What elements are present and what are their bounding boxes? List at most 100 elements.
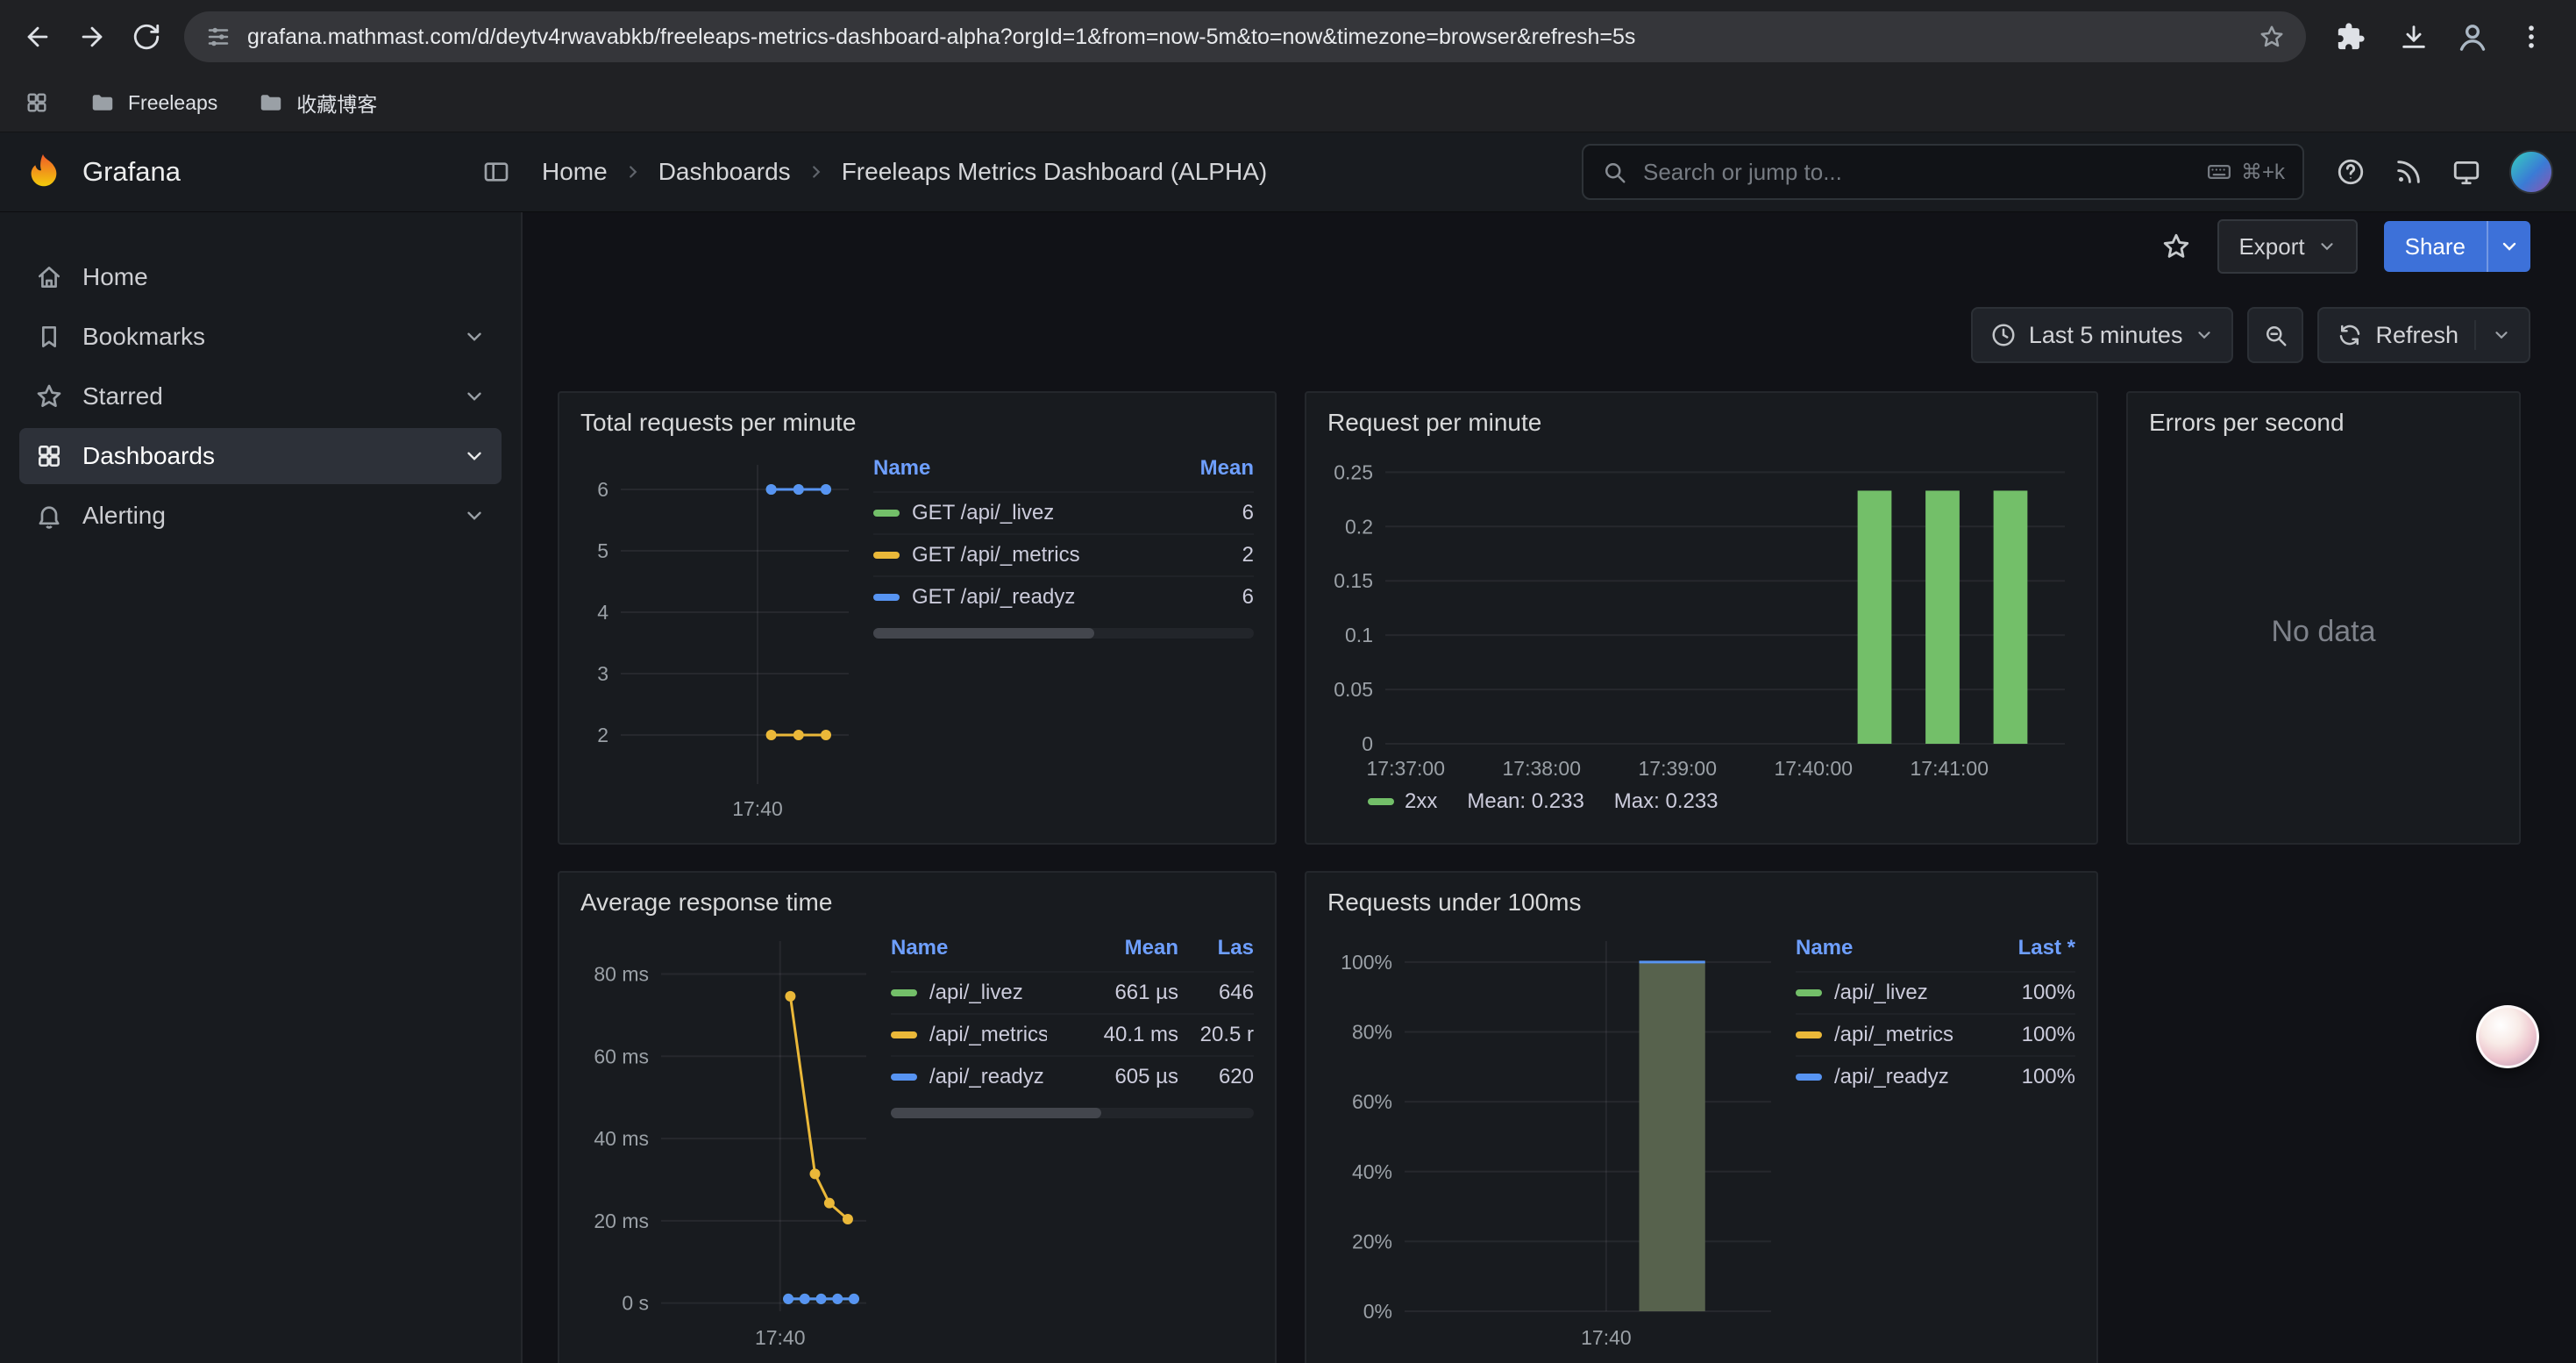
panel-title[interactable]: Average response time xyxy=(580,888,1254,917)
breadcrumb-dashboards[interactable]: Dashboards xyxy=(658,158,791,186)
column-header[interactable]: Mean xyxy=(1170,456,1254,481)
site-info-icon[interactable] xyxy=(205,24,231,50)
share-button[interactable]: Share xyxy=(2384,221,2530,272)
series-value: 20.5 r xyxy=(1178,1023,1254,1047)
svg-text:17:40: 17:40 xyxy=(1581,1326,1632,1349)
average-response-time-chart[interactable]: 0 s20 ms40 ms60 ms80 ms17:40 xyxy=(580,927,879,1352)
browser-profile-avatar[interactable] xyxy=(2451,16,2494,58)
legend-table: NameMeanGET /api/_livez 6GET /api/_metric… xyxy=(873,451,1254,823)
legend-stat: Mean: 0.233 xyxy=(1467,789,1583,814)
divider xyxy=(2474,320,2476,350)
extensions-button[interactable] xyxy=(2325,11,2376,62)
requests-under-100ms-chart[interactable]: 0%20%40%60%80%100%17:40 xyxy=(1327,927,1783,1352)
svg-text:17:40:00: 17:40:00 xyxy=(1774,757,1853,780)
total-requests-chart[interactable]: 2345617:40 xyxy=(580,447,861,823)
bookmark-folder-blogs[interactable]: 收藏博客 xyxy=(258,88,377,118)
sidebar-item-home[interactable]: Home xyxy=(19,249,502,305)
share-dropdown-button[interactable] xyxy=(2487,221,2530,272)
browser-menu-button[interactable] xyxy=(2506,11,2557,62)
favorite-star-icon[interactable] xyxy=(2161,232,2191,261)
chevron-right-icon xyxy=(807,162,826,182)
search-input[interactable] xyxy=(1641,158,2192,187)
horizontal-scrollbar[interactable] xyxy=(891,1108,1254,1118)
forward-button[interactable] xyxy=(67,11,117,62)
series-value: 100% xyxy=(1970,1065,2075,1089)
bookmark-label: 收藏博客 xyxy=(296,88,377,118)
column-header[interactable]: Last * xyxy=(1970,936,2075,960)
svg-text:80%: 80% xyxy=(1352,1021,1392,1044)
series-value: 6 xyxy=(1170,585,1254,610)
back-button[interactable] xyxy=(12,11,63,62)
legend-series[interactable]: 2xx xyxy=(1368,789,1437,814)
series-name[interactable]: /api/_readyz xyxy=(1796,1065,1970,1089)
download-icon xyxy=(2399,22,2429,52)
refresh-button[interactable]: Refresh xyxy=(2317,307,2530,363)
browser-toolbar: grafana.mathmast.com/d/deytv4rwavabkb/fr… xyxy=(0,0,2576,74)
url-text[interactable]: grafana.mathmast.com/d/deytv4rwavabkb/fr… xyxy=(247,25,2243,50)
column-header[interactable]: Name xyxy=(873,456,1170,481)
floating-assistant-avatar[interactable] xyxy=(2476,1005,2539,1068)
search-icon xyxy=(1601,159,1627,185)
breadcrumb-home[interactable]: Home xyxy=(542,158,608,186)
horizontal-scrollbar[interactable] xyxy=(873,628,1254,639)
address-bar[interactable]: grafana.mathmast.com/d/deytv4rwavabkb/fr… xyxy=(184,11,2306,62)
series-name[interactable]: /api/_livez xyxy=(1796,981,1970,1005)
series-name[interactable]: /api/_readyz xyxy=(891,1065,1047,1089)
sidebar-item-alerting[interactable]: Alerting xyxy=(19,488,502,544)
chevron-down-icon[interactable] xyxy=(463,504,486,527)
reload-button[interactable] xyxy=(121,11,172,62)
series-name[interactable]: /api/_metrics xyxy=(1796,1023,1970,1047)
downloads-button[interactable] xyxy=(2388,11,2439,62)
sidebar-item-starred[interactable]: Starred xyxy=(19,368,502,425)
column-header[interactable]: Name xyxy=(1796,936,1970,960)
scrollbar-thumb[interactable] xyxy=(891,1108,1101,1118)
panel-title[interactable]: Request per minute xyxy=(1327,409,2075,437)
news-rss-icon[interactable] xyxy=(2394,157,2423,187)
help-icon[interactable] xyxy=(2336,157,2366,187)
sidebar-item-dashboards[interactable]: Dashboards xyxy=(19,428,502,484)
column-header[interactable]: Mean xyxy=(1047,936,1178,960)
series-name[interactable]: /api/_livez xyxy=(891,981,1047,1005)
series-color-swatch xyxy=(1796,1074,1822,1081)
export-button[interactable]: Export xyxy=(2217,219,2357,274)
legend-stat: Max: 0.233 xyxy=(1614,789,1719,814)
series-name[interactable]: /api/_metrics xyxy=(891,1023,1047,1047)
search-shortcut: ⌘+k xyxy=(2206,159,2285,185)
monitor-icon[interactable] xyxy=(2451,157,2481,187)
time-range-picker[interactable]: Last 5 minutes xyxy=(1971,307,2234,363)
svg-text:0%: 0% xyxy=(1363,1300,1392,1323)
chevron-down-icon[interactable] xyxy=(463,385,486,408)
clock-icon xyxy=(1990,322,2017,348)
series-value: 100% xyxy=(1970,981,2075,1005)
series-value: 2 xyxy=(1170,543,1254,567)
chevron-down-icon[interactable] xyxy=(463,445,486,467)
legend-table-row: GET /api/_readyz6 xyxy=(873,575,1254,617)
panel-total-requests: Total requests per minute 2345617:40 Nam… xyxy=(558,391,1277,845)
scrollbar-thumb[interactable] xyxy=(873,628,1094,639)
svg-text:0.25: 0.25 xyxy=(1334,460,1373,483)
chevron-down-icon[interactable] xyxy=(2492,325,2511,345)
sidebar-item-bookmarks[interactable]: Bookmarks xyxy=(19,309,502,365)
user-avatar[interactable] xyxy=(2509,150,2553,194)
chevron-right-icon xyxy=(623,162,643,182)
chevron-down-icon[interactable] xyxy=(463,325,486,348)
chevron-down-icon xyxy=(2195,325,2214,345)
column-header[interactable]: Name xyxy=(891,936,1047,960)
search-box[interactable]: ⌘+k xyxy=(1582,144,2304,200)
series-name[interactable]: GET /api/_metrics xyxy=(873,543,1170,567)
panel-title[interactable]: Errors per second xyxy=(2149,409,2498,437)
column-header[interactable]: Las xyxy=(1178,936,1254,960)
apps-grid-icon[interactable] xyxy=(25,90,49,115)
series-name[interactable]: GET /api/_readyz xyxy=(873,585,1170,610)
panel-title[interactable]: Requests under 100ms xyxy=(1327,888,2075,917)
sidebar-toggle-button[interactable] xyxy=(482,158,510,186)
brand-name[interactable]: Grafana xyxy=(82,156,181,188)
bookmark-folder-freeleaps[interactable]: Freeleaps xyxy=(89,89,217,116)
panel-title[interactable]: Total requests per minute xyxy=(580,409,1254,437)
request-per-minute-chart[interactable]: 00.050.10.150.20.2517:37:0017:38:0017:39… xyxy=(1327,447,2075,782)
bookmark-star-icon[interactable] xyxy=(2259,24,2285,50)
grafana-logo[interactable] xyxy=(23,152,63,192)
zoom-out-button[interactable] xyxy=(2247,307,2303,363)
breadcrumb-current: Freeleaps Metrics Dashboard (ALPHA) xyxy=(842,158,1268,186)
series-name[interactable]: GET /api/_livez xyxy=(873,501,1170,525)
